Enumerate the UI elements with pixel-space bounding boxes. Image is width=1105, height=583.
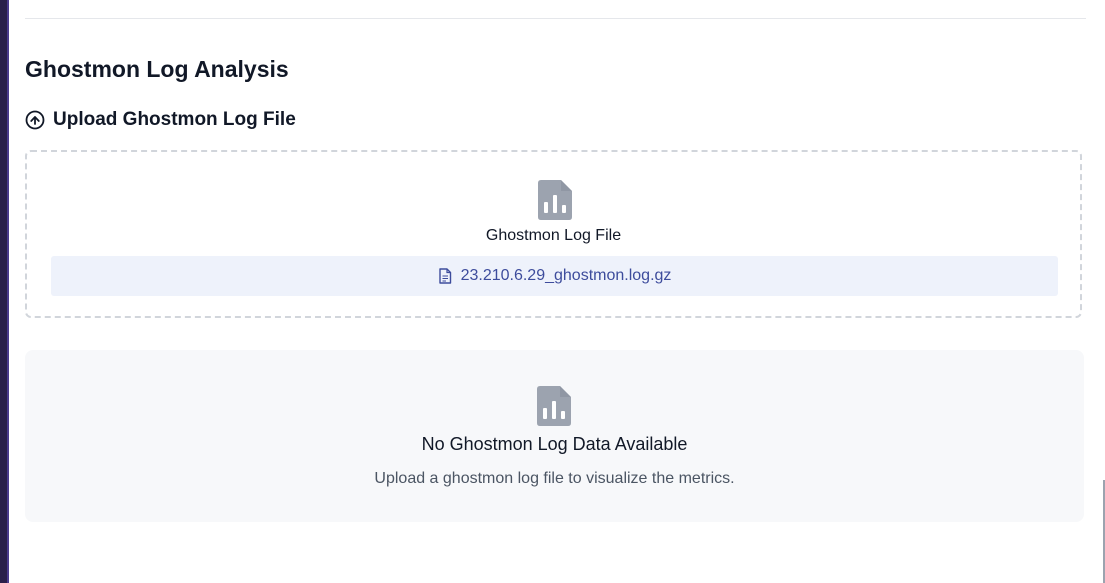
upload-section-header: Upload Ghostmon Log File	[25, 108, 1086, 132]
selected-file-chip[interactable]: 23.210.6.29_ghostmon.log.gz	[51, 256, 1058, 296]
empty-state-title: No Ghostmon Log Data Available	[421, 434, 688, 454]
document-icon	[438, 268, 452, 284]
upload-section-title: Upload Ghostmon Log File	[53, 109, 296, 130]
app-frame: Ghostmon Log Analysis Upload Ghostmon Lo…	[0, 0, 1105, 583]
window-left-edge	[0, 0, 9, 583]
selected-file-name: 23.210.6.29_ghostmon.log.gz	[460, 267, 672, 284]
document-chart-icon	[534, 385, 574, 427]
divider	[25, 0, 1086, 19]
file-dropzone[interactable]: Ghostmon Log File 23.210.6.29_ghostmon.l…	[25, 150, 1082, 318]
main-content: Ghostmon Log Analysis Upload Ghostmon Lo…	[25, 0, 1086, 522]
dropzone-label: Ghostmon Log File	[485, 227, 622, 244]
empty-state-description: Upload a ghostmon log file to visualize …	[374, 470, 735, 487]
empty-state-card: No Ghostmon Log Data Available Upload a …	[25, 350, 1084, 522]
page-title: Ghostmon Log Analysis	[25, 56, 289, 82]
document-chart-icon	[535, 179, 575, 221]
cloud-upload-icon	[25, 110, 45, 130]
